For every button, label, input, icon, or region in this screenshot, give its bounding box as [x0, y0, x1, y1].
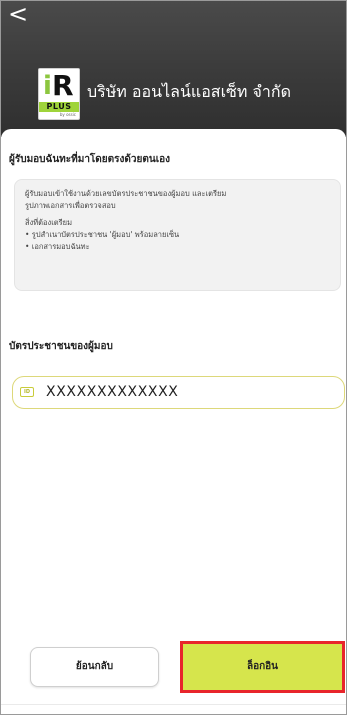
info-line: • เอกสารมอบฉันทะ [25, 242, 90, 251]
id-card-field[interactable]: ID XXXXXXXXXXXXX [12, 376, 345, 409]
info-line: • รูปสำเนาบัตรประชาชน 'ผู้มอบ' พร้อมลายเ… [25, 230, 180, 239]
logo-letter-i: i [43, 71, 52, 101]
back-icon[interactable]: < [5, 2, 31, 29]
company-logo: i R PLUS by ossic [38, 68, 80, 120]
logo-letter-r: R [52, 69, 74, 102]
company-name: บริษัท ออนไลน์แอสเซ็ท จำกัด [87, 82, 291, 101]
id-card-value: XXXXXXXXXXXXX [46, 384, 179, 400]
section-title-receiver: ผู้รับมอบฉันทะที่มาโดยตรงด้วยตนเอง [9, 154, 171, 165]
info-line: รูปภาพเอกสารเพื่อตรวจสอบ [25, 201, 116, 210]
header: < i R PLUS by ossic บริษัท ออนไลน์แอสเซ็… [1, 1, 346, 137]
info-line: ผู้รับมอบเข้าใช้งานด้วยเลขบัตรประชาชนของ… [25, 189, 227, 198]
main-content: ผู้รับมอบฉันทะที่มาโดยตรงด้วยตนเอง ผู้รั… [1, 129, 346, 714]
info-box: ผู้รับมอบเข้าใช้งานด้วยเลขบัตรประชาชนของ… [14, 179, 341, 291]
back-button[interactable]: ย้อนกลับ [30, 647, 159, 687]
id-card-icon: ID [20, 387, 34, 397]
app-frame: < i R PLUS by ossic บริษัท ออนไลน์แอสเซ็… [0, 0, 347, 715]
info-line: สิ่งที่ต้องเตรียม [25, 218, 73, 227]
logo-byline: by ossic [59, 112, 76, 117]
logo-mark: i R [39, 69, 79, 103]
divider [1, 704, 346, 705]
id-card-label: บัตรประชาชนของผู้มอบ [9, 341, 113, 352]
login-button[interactable]: ล็อกอิน [183, 644, 342, 690]
logo-plus-label: PLUS [39, 102, 79, 112]
